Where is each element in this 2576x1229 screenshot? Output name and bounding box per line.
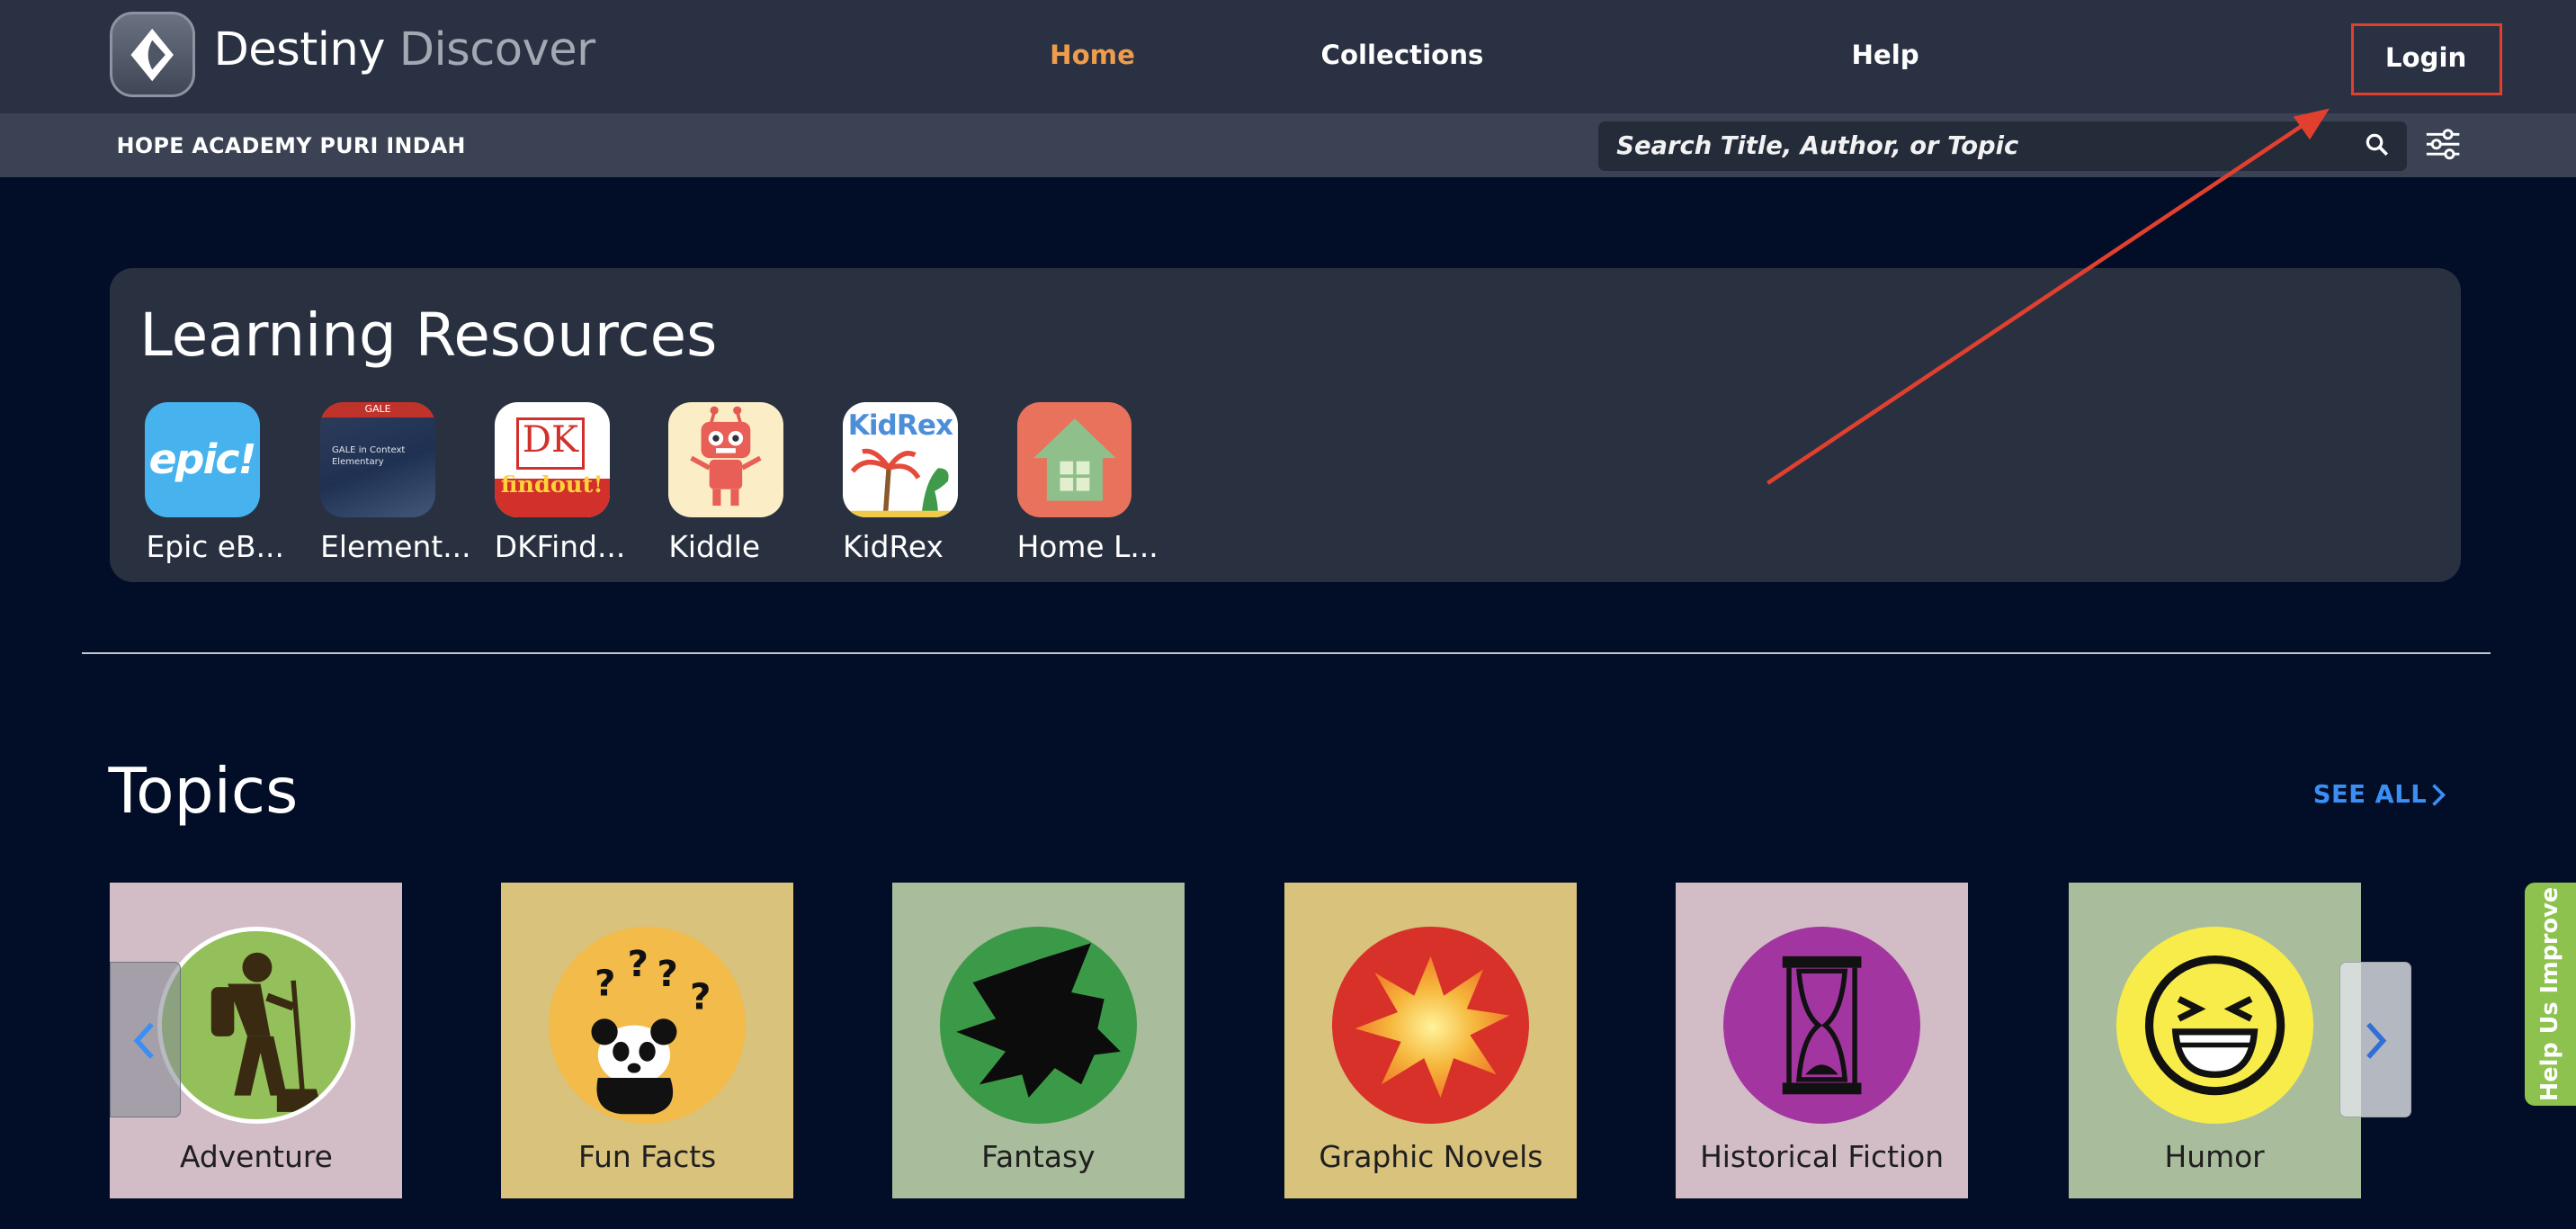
sub-header: HOPE ACADEMY PURI INDAH bbox=[0, 113, 2576, 178]
carousel-prev-button[interactable] bbox=[110, 961, 181, 1118]
topic-label: Graphic Novels bbox=[1319, 1138, 1543, 1174]
brand-secondary: Discover bbox=[398, 22, 596, 76]
svg-text:?: ? bbox=[595, 964, 615, 1005]
panda-question-icon: ???? bbox=[549, 927, 747, 1125]
topics-title: Topics bbox=[108, 756, 299, 829]
palm-dino-icon bbox=[842, 449, 958, 518]
app-label[interactable]: DKFind... bbox=[495, 529, 626, 564]
home-icon bbox=[1033, 418, 1116, 502]
dk-logo-text: DK bbox=[522, 418, 578, 461]
topic-card-fun-facts[interactable]: ???? Fun Facts bbox=[501, 882, 794, 1198]
section-divider bbox=[82, 652, 2491, 654]
search-icon[interactable] bbox=[2366, 133, 2389, 157]
filter-sliders-icon[interactable] bbox=[2425, 128, 2461, 161]
nav-help[interactable]: Help bbox=[1851, 40, 1919, 70]
laughing-face-icon bbox=[2115, 927, 2313, 1125]
destiny-logo-icon[interactable] bbox=[110, 11, 196, 97]
hourglass-icon bbox=[1722, 927, 1921, 1125]
help-us-improve-label: Help Us Improve bbox=[2536, 886, 2563, 1102]
topic-label: Adventure bbox=[179, 1138, 333, 1174]
carousel-next-button[interactable] bbox=[2339, 961, 2412, 1118]
login-button[interactable]: Login bbox=[2354, 42, 2499, 73]
school-name: HOPE ACADEMY PURI INDAH bbox=[116, 132, 466, 158]
nav-collections[interactable]: Collections bbox=[1321, 40, 1484, 70]
see-all-link[interactable]: SEE ALL bbox=[2313, 781, 2428, 809]
page: Destiny Discover Home Collections Help L… bbox=[0, 0, 2576, 1229]
topic-label: Fantasy bbox=[981, 1138, 1096, 1174]
epic-icon: epic! bbox=[148, 435, 257, 483]
app-label[interactable]: KidRex bbox=[843, 529, 944, 564]
app-label[interactable]: Epic eB... bbox=[147, 529, 284, 564]
app-kidrex[interactable]: KidRex bbox=[842, 402, 958, 518]
chevron-right-icon[interactable] bbox=[2428, 782, 2448, 808]
chevron-right-icon bbox=[2366, 1023, 2387, 1060]
app-epic[interactable]: epic! bbox=[144, 402, 260, 518]
gale-elementary-icon: GALE GALE in Context Elementary bbox=[320, 402, 435, 517]
app-home-learning[interactable] bbox=[1016, 402, 1132, 518]
dragon-icon bbox=[939, 927, 1137, 1125]
topic-label: Fun Facts bbox=[577, 1138, 717, 1174]
svg-text:?: ? bbox=[628, 944, 648, 985]
search-input[interactable] bbox=[1598, 121, 2355, 171]
nav-home[interactable]: Home bbox=[1050, 40, 1135, 70]
topic-card-graphic-novels[interactable]: Graphic Novels bbox=[1284, 882, 1578, 1198]
topic-label: Humor bbox=[2164, 1138, 2265, 1174]
hiker-icon bbox=[157, 927, 355, 1125]
app-label[interactable]: Kiddle bbox=[668, 529, 760, 564]
svg-text:?: ? bbox=[657, 954, 678, 995]
app-dk-findout[interactable]: DK findout! bbox=[494, 402, 610, 518]
app-label[interactable]: Element... bbox=[320, 529, 470, 564]
app-gale-elementary[interactable]: GALE GALE in Context Elementary bbox=[320, 402, 435, 518]
chevron-left-icon bbox=[133, 1023, 155, 1060]
app-kiddle[interactable] bbox=[668, 402, 784, 518]
dk-logo-sub: findout! bbox=[500, 471, 604, 499]
svg-text:?: ? bbox=[690, 976, 711, 1018]
robot-icon bbox=[690, 407, 762, 507]
kidrex-logo-text: KidRex bbox=[847, 408, 953, 442]
gale-badge: GALE bbox=[320, 402, 435, 417]
search-bar bbox=[1598, 121, 2407, 171]
brand-primary: Destiny bbox=[213, 22, 385, 76]
learning-resources-title: Learning Resources bbox=[139, 301, 718, 371]
top-header: Destiny Discover Home Collections Help L… bbox=[0, 0, 2576, 114]
login-highlight-box: Login bbox=[2350, 22, 2502, 95]
help-us-improve-tab[interactable]: Help Us Improve bbox=[2525, 882, 2576, 1107]
topic-label: Historical Fiction bbox=[1700, 1138, 1945, 1174]
app-label[interactable]: Home L... bbox=[1017, 529, 1158, 564]
kidrex-icon: KidRex bbox=[842, 402, 958, 518]
topic-card-fantasy[interactable]: Fantasy bbox=[891, 882, 1185, 1198]
topic-card-historical-fiction[interactable]: Historical Fiction bbox=[1676, 882, 1969, 1198]
topic-card-humor[interactable]: Humor bbox=[2068, 882, 2361, 1198]
dk-findout-icon: DK findout! bbox=[494, 402, 610, 518]
brand-name[interactable]: Destiny Discover bbox=[213, 23, 595, 76]
gale-logo-text: GALE in Context Elementary bbox=[331, 444, 406, 467]
explosion-icon bbox=[1332, 927, 1530, 1125]
